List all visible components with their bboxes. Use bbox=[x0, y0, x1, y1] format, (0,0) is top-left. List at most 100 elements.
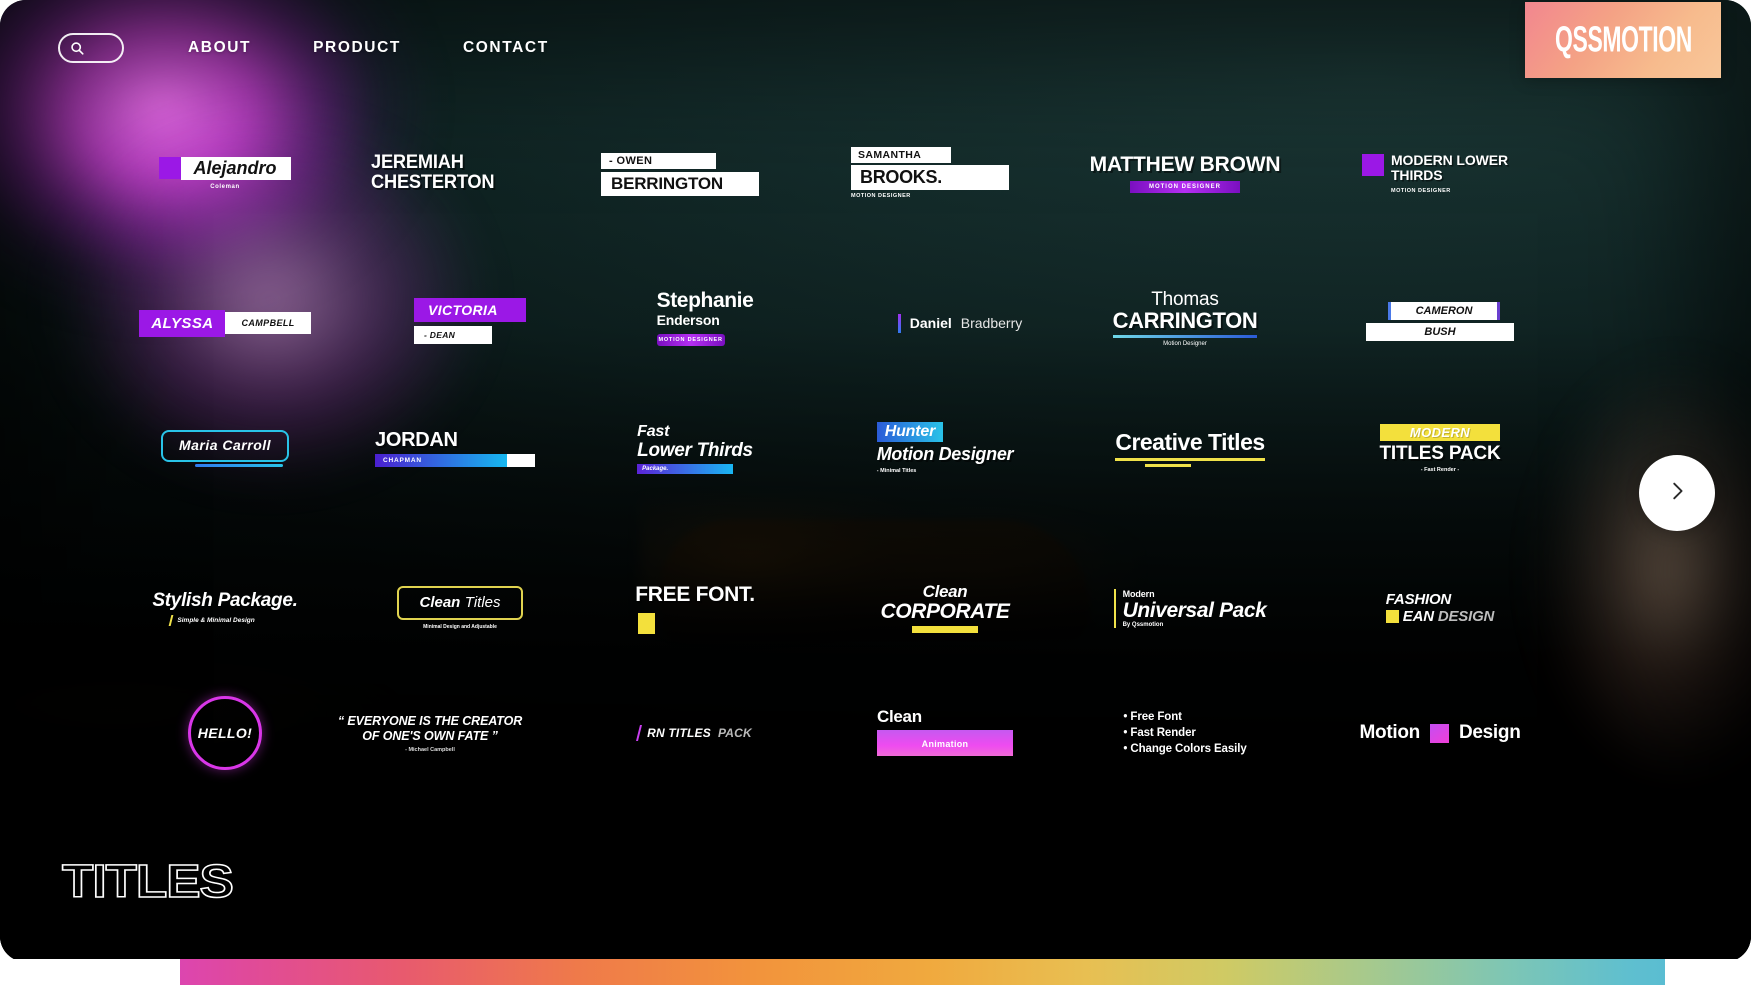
title-card-thomas-carrington[interactable]: Thomas CARRINGTON Motion Designer bbox=[1060, 263, 1310, 373]
title-subtitle: Coleman bbox=[210, 183, 240, 190]
title-first-part: RN TITLES bbox=[647, 726, 711, 740]
title-card-body: Simple & Minimal Design bbox=[169, 615, 297, 626]
title-name: FREE FONT. bbox=[635, 582, 755, 606]
title-first-name: JORDAN bbox=[375, 429, 458, 451]
nav-link-product[interactable]: PRODUCT bbox=[313, 39, 401, 57]
title-card-daniel-bradberry[interactable]: Daniel Bradberry bbox=[835, 268, 1085, 378]
title-first-word: Clean bbox=[419, 594, 461, 611]
title-card-modern-lower-thirds[interactable]: MODERN LOWER THIRDS MOTION DESIGNER bbox=[1310, 118, 1560, 228]
title-line-2: TITLES PACK bbox=[1379, 442, 1501, 464]
title-card-fast-lower-thirds[interactable]: Fast Lower Thirds Package. bbox=[570, 393, 820, 503]
title-last-name: - DEAN bbox=[414, 326, 492, 344]
title-line-1: - OWEN bbox=[601, 152, 716, 169]
title-outline-box: Clean Titles bbox=[397, 586, 523, 620]
title-second-word: Design bbox=[1458, 722, 1521, 743]
list-item: Free Font bbox=[1123, 709, 1246, 725]
title-card-alyssa-campbell[interactable]: ALYSSA CAMPBELL bbox=[100, 268, 350, 378]
title-line-1: Fast bbox=[637, 422, 670, 440]
title-card-body: MODERN LOWER THIRDS bbox=[1361, 151, 1508, 183]
title-subtitle: Simple & Minimal Design bbox=[177, 617, 255, 624]
brand-logo-text: QSSMOTION bbox=[1554, 19, 1692, 60]
title-card-clean-titles[interactable]: Clean Titles Minimal Design and Adjustab… bbox=[335, 553, 585, 663]
title-card-free-font[interactable]: FREE FONT. bbox=[570, 553, 820, 663]
title-name: Creative Titles bbox=[1115, 429, 1265, 455]
title-line-2: EAN bbox=[1402, 607, 1434, 625]
accent-bar bbox=[911, 626, 978, 633]
title-last-name: CHAPMAN bbox=[375, 454, 507, 467]
title-line-2: CORPORATE bbox=[880, 600, 1010, 623]
bottom-gradient-strip bbox=[0, 959, 1751, 985]
accent-square bbox=[638, 612, 656, 634]
accent-square bbox=[1385, 609, 1399, 623]
title-subtitle: MOTION DESIGNER bbox=[851, 193, 911, 199]
title-card-stephanie-enderson[interactable]: Stephanie Enderson MOTION DESIGNER bbox=[580, 263, 830, 373]
title-card-quote[interactable]: “ EVERYONE IS THE CREATOR OF ONE'S OWN F… bbox=[305, 678, 555, 788]
title-badge: MOTION DESIGNER bbox=[656, 334, 725, 346]
nav-link-contact[interactable]: CONTACT bbox=[463, 39, 549, 57]
title-card-modern-titles-pack[interactable]: MODERN TITLES PACK - Fast Render - bbox=[1315, 393, 1565, 503]
title-line-1: Clean bbox=[877, 706, 922, 726]
top-navigation: ABOUT PRODUCT CONTACT bbox=[0, 0, 1751, 96]
title-line-3: DESIGN bbox=[1437, 607, 1495, 625]
title-card-samantha-brooks[interactable]: SAMANTHA BROOKS. MOTION DESIGNER bbox=[805, 118, 1055, 228]
title-name: Stylish Package. bbox=[152, 590, 298, 611]
title-card-creative-titles[interactable]: Creative Titles bbox=[1065, 393, 1315, 503]
accent-underline bbox=[1115, 458, 1265, 461]
quote-line-1: “ EVERYONE IS THE CREATOR bbox=[337, 713, 523, 728]
title-outline-box: Maria Carroll bbox=[160, 429, 290, 462]
title-first-name: Daniel bbox=[909, 315, 952, 331]
title-card-universal-pack[interactable]: Modern Universal Pack By Qssmotion bbox=[1065, 553, 1315, 663]
footer: TITLES Modern Typography Pack Ultra HD R… bbox=[0, 802, 1751, 962]
title-second-word: Titles bbox=[464, 594, 501, 611]
accent-square bbox=[1361, 153, 1384, 176]
title-card-owen-berrington[interactable]: - OWEN BERRINGTON bbox=[555, 118, 805, 228]
title-second-part: PACK bbox=[717, 726, 752, 740]
title-bar-label: Animation bbox=[921, 738, 969, 749]
title-subtitle: - Minimal Titles bbox=[876, 468, 917, 474]
title-name: Maria Carroll bbox=[178, 436, 272, 453]
title-card-jordan-chapman[interactable]: JORDAN CHAPMAN bbox=[330, 393, 580, 503]
title-card-maria-carroll[interactable]: Maria Carroll bbox=[100, 393, 350, 503]
search-icon bbox=[70, 41, 85, 56]
accent-slash bbox=[636, 725, 643, 741]
title-card-victoria-dean[interactable]: VICTORIA - DEAN bbox=[345, 266, 595, 376]
title-card-feature-list[interactable]: Free Font Fast Render Change Colors Easi… bbox=[1060, 678, 1310, 788]
title-first-name: CAMERON bbox=[1388, 301, 1500, 320]
hero-video-card: ABOUT PRODUCT CONTACT QSSMOTION Alejandr… bbox=[0, 0, 1751, 962]
accent-bar bbox=[1113, 588, 1116, 628]
accent-square bbox=[1429, 723, 1449, 743]
accent-bar bbox=[897, 313, 901, 333]
title-bar: Animation bbox=[877, 729, 1013, 756]
title-last-name: Enderson bbox=[656, 312, 720, 328]
title-name: HELLO! bbox=[197, 725, 253, 741]
title-bar: Package. bbox=[637, 463, 734, 474]
title-last-name: CARRINGTON bbox=[1112, 307, 1258, 333]
title-card-stylish-package[interactable]: Stylish Package. Simple & Minimal Design bbox=[100, 553, 350, 663]
title-line-2: Motion Designer bbox=[876, 444, 1014, 464]
search-input[interactable] bbox=[58, 33, 124, 63]
title-card-clean-corporate[interactable]: Clean CORPORATE bbox=[820, 553, 1070, 663]
title-card-hunter-motion-designer[interactable]: Hunter Motion Designer - Minimal Titles bbox=[820, 393, 1070, 503]
title-card-cameron-bush[interactable]: CAMERON BUSH bbox=[1315, 266, 1565, 376]
title-last-name: BUSH bbox=[1366, 322, 1514, 341]
brand-logo[interactable]: QSSMOTION bbox=[1525, 2, 1721, 78]
title-line-1: MODERN LOWER bbox=[1390, 151, 1508, 168]
title-first-name: Thomas bbox=[1151, 288, 1219, 310]
title-card-clean-animation[interactable]: Clean Animation bbox=[820, 676, 1070, 786]
nav-link-about[interactable]: ABOUT bbox=[188, 39, 251, 57]
title-line-1: SAMANTHA bbox=[851, 147, 951, 163]
title-subtitle: By Qssmotion bbox=[1122, 621, 1164, 628]
title-card-rn-titles-pack[interactable]: RN TITLES PACK bbox=[570, 678, 820, 788]
accent-underline-short bbox=[1145, 464, 1192, 467]
strip-mask-right bbox=[1665, 959, 1751, 985]
title-card-matthew-brown[interactable]: MATTHEW BROWN MOTION DESIGNER bbox=[1060, 118, 1310, 228]
carousel-next-button[interactable] bbox=[1639, 455, 1715, 531]
title-line-1: JEREMIAH bbox=[370, 152, 464, 173]
circle-frame: HELLO! bbox=[188, 696, 262, 770]
quote-line-2: OF ONE'S OWN FATE ” bbox=[362, 728, 498, 743]
title-line-2: BROOKS. bbox=[851, 165, 1009, 190]
title-card-motion-design[interactable]: Motion Design bbox=[1315, 678, 1565, 788]
title-name: Alejandro bbox=[181, 156, 291, 180]
title-card-fashion-ean-design[interactable]: FASHION EAN DESIGN bbox=[1315, 553, 1565, 663]
title-card-jeremiah-chesterton[interactable]: JEREMIAH CHESTERTON bbox=[310, 118, 560, 228]
